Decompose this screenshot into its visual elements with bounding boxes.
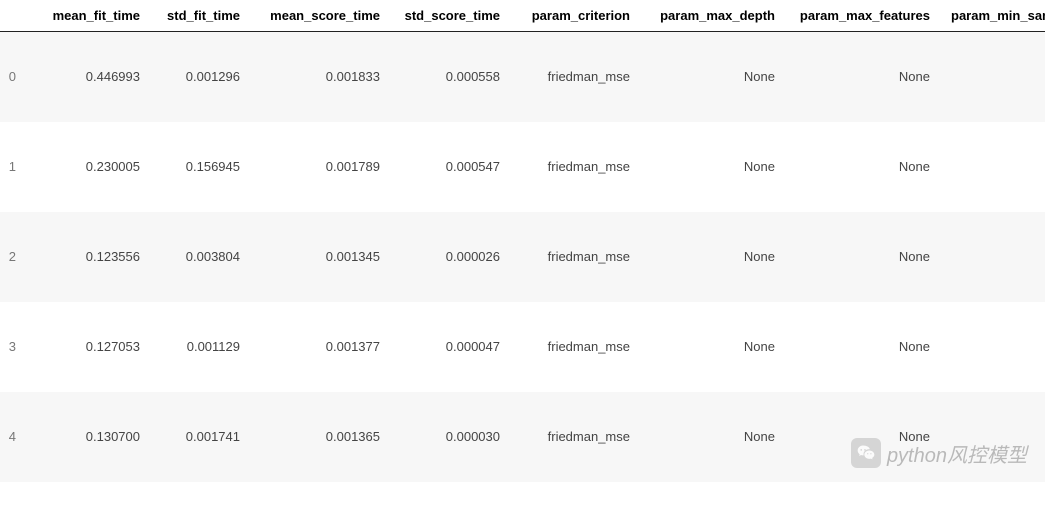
cell-value: 0.001789 (250, 122, 390, 212)
cell-value: 0.001377 (250, 302, 390, 392)
col-header-std-score-time: std_score_time (390, 0, 510, 32)
col-header-mean-score-time: mean_score_time (250, 0, 390, 32)
cell-value: 0.003804 (150, 212, 250, 302)
row-index: 3 (0, 302, 30, 392)
cell-value: 0.001296 (150, 32, 250, 122)
cell-value: None (785, 32, 940, 122)
cell-value: 0.446993 (30, 32, 150, 122)
table-row: 3 0.127053 0.001129 0.001377 0.000047 fr… (0, 302, 1045, 392)
cell-value: friedman_mse (510, 32, 640, 122)
cell-value: 0.001345 (250, 212, 390, 302)
cell-value: 0.000030 (390, 392, 510, 482)
cell-value: 0.000547 (390, 122, 510, 212)
cell-value: 0.001833 (250, 32, 390, 122)
table-header: mean_fit_time std_fit_time mean_score_ti… (0, 0, 1045, 32)
table-row: 0 0.446993 0.001296 0.001833 0.000558 fr… (0, 32, 1045, 122)
dataframe-container: mean_fit_time std_fit_time mean_score_ti… (0, 0, 1045, 482)
cell-value: None (640, 212, 785, 302)
cell-value (940, 392, 1045, 482)
table-row: 1 0.230005 0.156945 0.001789 0.000547 fr… (0, 122, 1045, 212)
cell-value: 0.127053 (30, 302, 150, 392)
cell-value (940, 302, 1045, 392)
col-header-mean-fit-time: mean_fit_time (30, 0, 150, 32)
cell-value: 0.000047 (390, 302, 510, 392)
table-row: 2 0.123556 0.003804 0.001345 0.000026 fr… (0, 212, 1045, 302)
row-index: 2 (0, 212, 30, 302)
cell-value: None (640, 302, 785, 392)
cell-value: friedman_mse (510, 302, 640, 392)
cell-value: 0.000026 (390, 212, 510, 302)
cell-value: 0.001129 (150, 302, 250, 392)
index-header (0, 0, 30, 32)
cell-value: 0.230005 (30, 122, 150, 212)
cell-value (940, 32, 1045, 122)
cell-value: friedman_mse (510, 122, 640, 212)
col-header-param-min-san: param_min_san (940, 0, 1045, 32)
col-header-std-fit-time: std_fit_time (150, 0, 250, 32)
cell-value: None (785, 122, 940, 212)
dataframe-table: mean_fit_time std_fit_time mean_score_ti… (0, 0, 1045, 482)
row-index: 4 (0, 392, 30, 482)
col-header-param-max-features: param_max_features (785, 0, 940, 32)
table-body: 0 0.446993 0.001296 0.001833 0.000558 fr… (0, 32, 1045, 482)
cell-value: friedman_mse (510, 392, 640, 482)
cell-value: None (785, 392, 940, 482)
row-index: 0 (0, 32, 30, 122)
cell-value: None (785, 212, 940, 302)
cell-value: None (640, 392, 785, 482)
cell-value: 0.156945 (150, 122, 250, 212)
col-header-param-criterion: param_criterion (510, 0, 640, 32)
cell-value: friedman_mse (510, 212, 640, 302)
cell-value: 0.001365 (250, 392, 390, 482)
cell-value: 0.001741 (150, 392, 250, 482)
col-header-param-max-depth: param_max_depth (640, 0, 785, 32)
cell-value (940, 212, 1045, 302)
cell-value: None (640, 122, 785, 212)
table-row: 4 0.130700 0.001741 0.001365 0.000030 fr… (0, 392, 1045, 482)
row-index: 1 (0, 122, 30, 212)
cell-value: 0.130700 (30, 392, 150, 482)
cell-value: None (640, 32, 785, 122)
cell-value (940, 122, 1045, 212)
cell-value: 0.123556 (30, 212, 150, 302)
cell-value: 0.000558 (390, 32, 510, 122)
cell-value: None (785, 302, 940, 392)
